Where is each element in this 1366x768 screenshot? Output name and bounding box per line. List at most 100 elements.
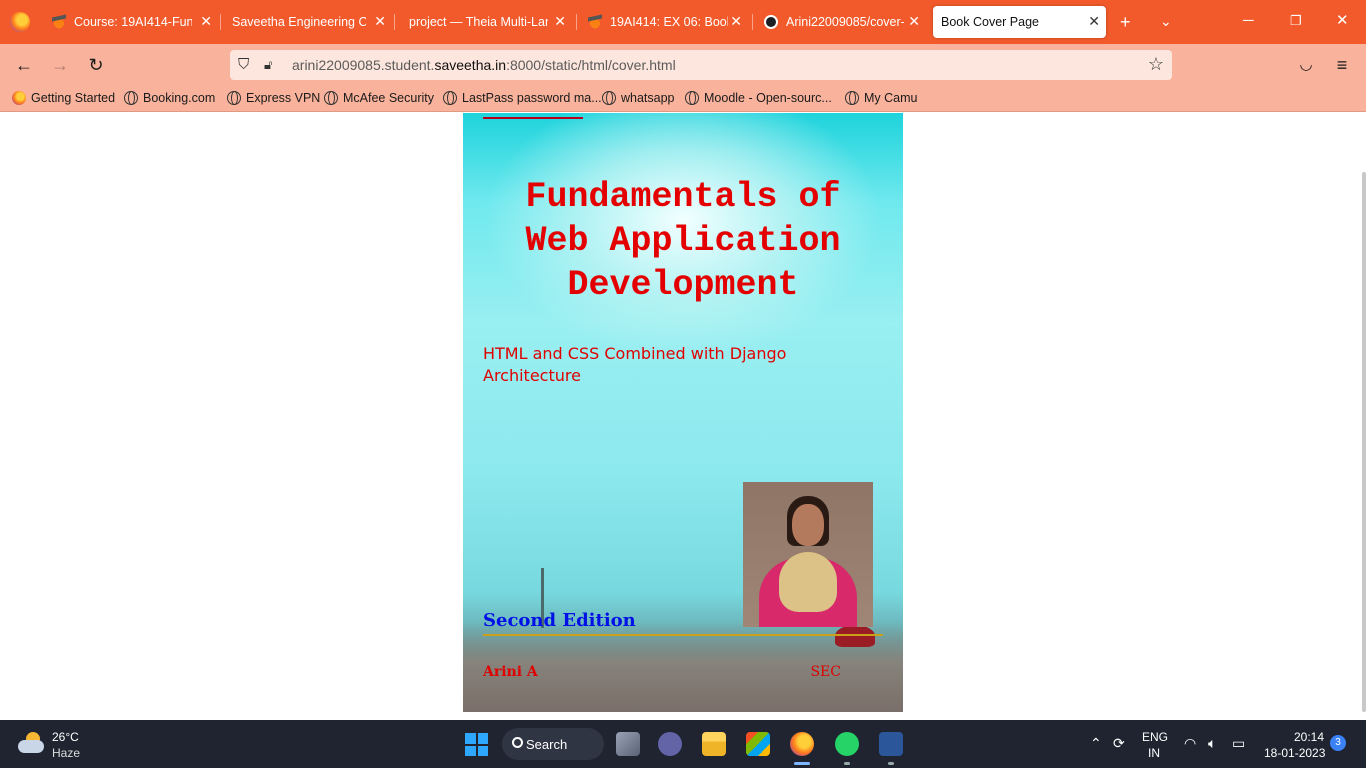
language-indicator[interactable]: ENG — [1142, 730, 1168, 744]
moodle-icon — [588, 15, 602, 29]
author-name: Arini A — [483, 664, 538, 680]
edition-rule — [483, 634, 883, 636]
globe-icon — [227, 91, 241, 105]
list-tabs-icon[interactable]: ⌄ — [1160, 12, 1172, 30]
running-app-indicator — [844, 762, 850, 765]
volume-icon[interactable]: 🔈︎ — [1208, 735, 1216, 751]
globe-icon — [845, 91, 859, 105]
weather-temperature[interactable]: 26°C — [52, 730, 79, 744]
bookmark-label: Booking.com — [143, 91, 216, 105]
tab-saveetha[interactable]: Saveetha Engineering Colle ✕ — [224, 6, 392, 38]
globe-icon — [124, 91, 138, 105]
microsoft-store-icon[interactable] — [746, 732, 770, 756]
shield-icon[interactable]: ⛉ — [238, 56, 249, 73]
globe-icon — [443, 91, 457, 105]
close-icon[interactable]: ✕ — [200, 14, 212, 28]
globe-icon — [324, 91, 338, 105]
tab-title: Arini22009085/cover-p — [786, 15, 904, 29]
clock-date[interactable]: 18-01-2023 — [1264, 746, 1325, 760]
notification-badge[interactable]: 3 — [1330, 735, 1346, 751]
chevron-up-icon[interactable]: ⌃ — [1090, 735, 1102, 751]
bookmark-mcafee[interactable]: McAfee Security — [324, 91, 434, 105]
bookmark-moodle[interactable]: Moodle - Open-sourc... — [685, 91, 832, 105]
background-red-object — [835, 625, 875, 647]
bookmark-my-camu[interactable]: My Camu — [845, 91, 917, 105]
clock-time[interactable]: 20:14 — [1294, 730, 1324, 744]
subtitle-line: HTML and CSS Combined with Django — [483, 344, 787, 363]
tab-separator — [752, 14, 753, 30]
page-scrollbar[interactable] — [1362, 172, 1366, 712]
tab-theia-project[interactable]: project — Theia Multi-Lang ✕ — [402, 6, 572, 38]
bookmark-star-icon[interactable]: ☆ — [1148, 54, 1164, 75]
reload-icon[interactable]: ↻ — [84, 53, 108, 77]
menu-icon[interactable]: ≡ — [1330, 53, 1354, 77]
github-icon — [764, 15, 778, 29]
wifi-icon[interactable]: ◠ — [1184, 735, 1196, 751]
address-bar[interactable]: ⛉ 🔓︎ arini22009085.student.saveetha.in:8… — [230, 50, 1172, 80]
taskbar-search-button[interactable]: Search — [502, 728, 604, 760]
bookmark-label: Getting Started — [31, 91, 116, 105]
bookmarks-toolbar: Getting Started Booking.com Express VPN … — [0, 86, 1366, 112]
tab-title: Course: 19AI414-Funda — [74, 15, 192, 29]
teams-chat-icon[interactable] — [658, 732, 682, 756]
search-label: Search — [526, 736, 568, 752]
close-icon[interactable]: ✕ — [374, 14, 386, 28]
bookmark-label: McAfee Security — [343, 91, 435, 105]
url-text[interactable]: arini22009085.student.saveetha.in:8000/s… — [292, 57, 676, 73]
weather-icon[interactable] — [18, 732, 44, 754]
tab-github[interactable]: Arini22009085/cover-p ✕ — [760, 6, 926, 38]
tab-book-cover[interactable]: Book Cover Page ✕ — [933, 6, 1106, 38]
bookmark-whatsapp[interactable]: whatsapp — [602, 91, 675, 105]
sync-icon[interactable]: ⟳ — [1113, 735, 1125, 751]
close-icon[interactable]: ✕ — [730, 14, 742, 28]
photo-scarf — [779, 552, 837, 612]
region-indicator[interactable]: IN — [1148, 746, 1160, 760]
bookmark-booking[interactable]: Booking.com — [124, 91, 215, 105]
url-prefix: arini22009085.student. — [292, 57, 435, 73]
new-tab-icon[interactable]: + — [1120, 13, 1131, 31]
close-icon[interactable]: ✕ — [1088, 14, 1100, 28]
firefox-icon[interactable] — [10, 12, 30, 32]
window-close-icon[interactable]: ✕ — [1336, 12, 1349, 30]
tab-separator — [220, 14, 221, 30]
bookmark-express-vpn[interactable]: Express VPN — [227, 91, 320, 105]
bookmark-label: Moodle - Open-sourc... — [704, 91, 832, 105]
close-icon[interactable]: ✕ — [554, 14, 566, 28]
tab-ex06[interactable]: 19AI414: EX 06: Book C ✕ — [584, 6, 748, 38]
pocket-icon[interactable]: ◡ — [1294, 53, 1318, 77]
title-line: Development — [567, 265, 799, 305]
forward-icon[interactable]: → — [48, 53, 72, 77]
weather-condition[interactable]: Haze — [52, 746, 80, 760]
moodle-icon — [52, 15, 66, 29]
file-explorer-icon[interactable] — [702, 732, 726, 756]
bookmark-getting-started[interactable]: Getting Started — [12, 91, 115, 105]
back-icon[interactable]: ← — [12, 53, 36, 77]
windows-taskbar: 26°C Haze Search ⌃ ⟳ ENG IN ◠ 🔈︎ ▭ 20:14… — [0, 720, 1366, 768]
bookmark-lastpass[interactable]: LastPass password ma... — [443, 91, 602, 105]
lock-insecure-icon[interactable]: 🔓︎ — [264, 57, 272, 73]
windows-start-icon[interactable] — [465, 733, 488, 756]
search-icon — [512, 737, 523, 748]
page-viewport: Fundamentals of Web Application Developm… — [0, 113, 1366, 720]
battery-icon[interactable]: ▭ — [1232, 735, 1245, 751]
restore-icon[interactable]: ❐ — [1290, 12, 1302, 30]
author-college: SEC — [810, 664, 841, 680]
word-icon[interactable] — [879, 732, 903, 756]
task-view-icon[interactable] — [616, 732, 640, 756]
tab-separator — [576, 14, 577, 30]
running-app-indicator — [888, 762, 894, 765]
tab-strip: Course: 19AI414-Funda ✕ Saveetha Enginee… — [0, 0, 1366, 44]
photo-face — [792, 504, 824, 546]
tab-title: Saveetha Engineering Colle — [232, 15, 366, 29]
minimize-icon[interactable]: ─ — [1243, 12, 1254, 30]
close-icon[interactable]: ✕ — [908, 14, 920, 28]
subtitle-line: Architecture — [483, 366, 581, 385]
book-subtitle: HTML and CSS Combined with Django Archit… — [483, 343, 823, 387]
bookmark-label: LastPass password ma... — [462, 91, 602, 105]
start-tile — [465, 733, 476, 744]
book-cover: Fundamentals of Web Application Developm… — [463, 113, 903, 712]
whatsapp-icon[interactable] — [835, 732, 859, 756]
top-rule — [483, 117, 583, 119]
firefox-taskbar-icon[interactable] — [790, 732, 814, 756]
tab-course[interactable]: Course: 19AI414-Funda ✕ — [52, 6, 218, 38]
